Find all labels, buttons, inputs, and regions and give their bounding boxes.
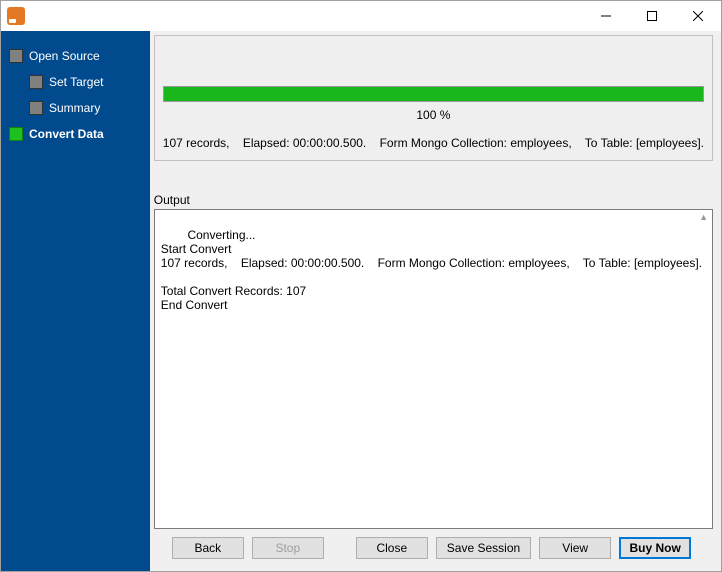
progress-percent-label: 100 % (163, 108, 704, 122)
progress-bar-fill (164, 87, 703, 101)
save-session-button[interactable]: Save Session (436, 537, 531, 559)
close-button[interactable] (675, 1, 721, 31)
output-text: Converting... Start Convert 107 records,… (161, 228, 702, 312)
sidebar-item-label: Open Source (29, 49, 100, 63)
main-panel: 100 % 107 records, Elapsed: 00:00:00.500… (150, 31, 721, 571)
window-controls (583, 1, 721, 31)
scroll-up-icon[interactable]: ▲ (699, 212, 708, 222)
sidebar-item-label: Summary (49, 101, 100, 115)
output-label: Output (154, 193, 713, 207)
progress-area: 100 % 107 records, Elapsed: 00:00:00.500… (154, 35, 713, 161)
sidebar-item-summary[interactable]: Summary (7, 95, 144, 121)
stop-button: Stop (252, 537, 324, 559)
output-section: Output Converting... Start Convert 107 r… (154, 193, 713, 529)
sidebar-item-label: Set Target (49, 75, 103, 89)
step-box-icon (29, 75, 43, 89)
step-box-icon (9, 127, 23, 141)
sidebar-item-open-source[interactable]: Open Source (7, 43, 144, 69)
buy-now-button[interactable]: Buy Now (619, 537, 691, 559)
step-box-icon (29, 101, 43, 115)
progress-bar (163, 86, 704, 102)
sidebar-item-label: Convert Data (29, 127, 104, 141)
progress-status-line: 107 records, Elapsed: 00:00:00.500. Form… (163, 136, 704, 150)
content-area: Open Source Set Target Summary Convert D… (1, 31, 721, 571)
app-icon (7, 7, 25, 25)
output-textarea[interactable]: Converting... Start Convert 107 records,… (154, 209, 713, 529)
back-button[interactable]: Back (172, 537, 244, 559)
maximize-button[interactable] (629, 1, 675, 31)
sidebar-item-set-target[interactable]: Set Target (7, 69, 144, 95)
step-box-icon (9, 49, 23, 63)
minimize-button[interactable] (583, 1, 629, 31)
close-dialog-button[interactable]: Close (356, 537, 428, 559)
sidebar-item-convert-data[interactable]: Convert Data (7, 121, 144, 147)
button-bar: Back Stop Close Save Session View Buy No… (154, 529, 713, 563)
view-button[interactable]: View (539, 537, 611, 559)
title-bar (1, 1, 721, 31)
wizard-sidebar: Open Source Set Target Summary Convert D… (1, 31, 150, 571)
